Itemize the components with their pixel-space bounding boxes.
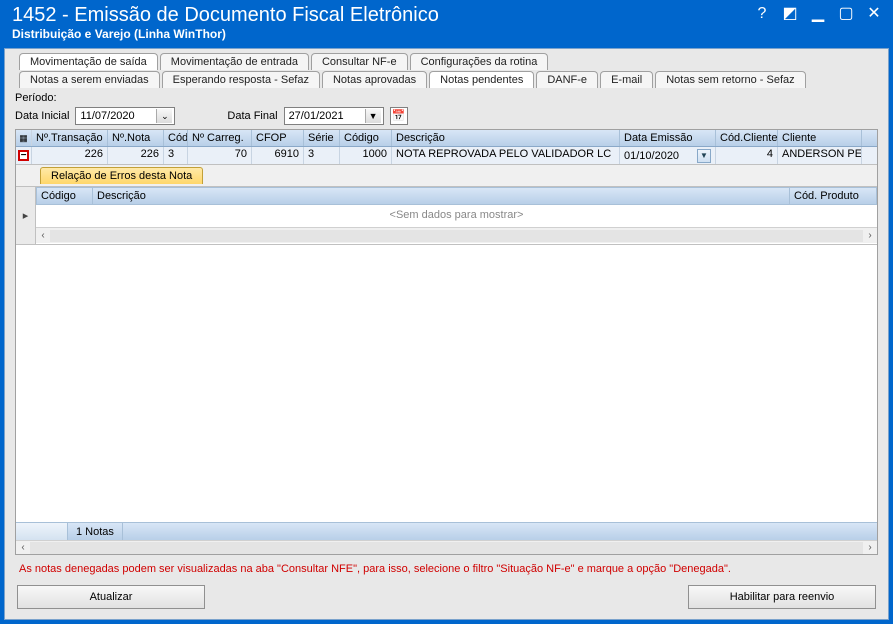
col-cod-cliente[interactable]: Cód.Cliente xyxy=(716,130,778,146)
cell-transacao: 226 xyxy=(32,147,108,164)
titlebar: 1452 - Emissão de Documento Fiscal Eletr… xyxy=(4,4,889,48)
grid-footer: 1 Notas xyxy=(16,522,877,540)
window-subtitle: Distribuição e Varejo (Linha WinThor) xyxy=(12,27,881,41)
tab-a-serem-enviadas[interactable]: Notas a serem enviadas xyxy=(19,71,160,88)
chevron-down-icon[interactable]: ▼ xyxy=(697,149,711,163)
tab-consultar-nfe[interactable]: Consultar NF-e xyxy=(311,53,408,70)
primary-tabs: Movimentação de saída Movimentação de en… xyxy=(19,53,882,70)
initial-date-value: 11/07/2020 xyxy=(80,110,150,122)
tab-danfe[interactable]: DANF-e xyxy=(536,71,598,88)
col-carreg[interactable]: Nº Carreg. xyxy=(188,130,252,146)
scroll-right-icon[interactable]: › xyxy=(863,230,877,241)
tab-mov-entrada[interactable]: Movimentação de entrada xyxy=(160,53,309,70)
row-expand-cell: − xyxy=(16,147,32,164)
scroll-left-icon[interactable]: ‹ xyxy=(16,542,30,553)
initial-date-input[interactable]: 11/07/2020 ⌄ xyxy=(75,107,175,125)
help-icon[interactable]: ? xyxy=(753,6,771,24)
cell-data-emissao[interactable]: 01/10/2020 ▼ xyxy=(620,147,716,164)
restore-icon[interactable]: ◩ xyxy=(781,6,799,24)
close-icon[interactable]: ✕ xyxy=(865,6,883,24)
atualizar-button[interactable]: Atualizar xyxy=(17,585,205,609)
tab-mov-saida[interactable]: Movimentação de saída xyxy=(19,53,158,70)
chevron-down-icon[interactable]: ▼ xyxy=(365,109,381,123)
col-transacao[interactable]: Nº.Transação xyxy=(32,130,108,146)
cell-serie: 3 xyxy=(304,147,340,164)
grid-h-scroll[interactable]: ‹ › xyxy=(16,540,877,554)
period-label: Período: xyxy=(15,92,57,104)
cell-cfop: 6910 xyxy=(252,147,304,164)
final-date-input[interactable]: 27/01/2021 ▼ xyxy=(284,107,384,125)
footer-spacer xyxy=(16,523,68,540)
pending-grid: ▦ Nº.Transação Nº.Nota Cód Nº Carreg. CF… xyxy=(15,129,878,555)
col-serie[interactable]: Série xyxy=(304,130,340,146)
detail-h-scroll[interactable]: ‹ › xyxy=(36,227,877,243)
initial-date-label: Data Inicial xyxy=(15,110,69,122)
detail-col-cod-produto[interactable]: Cód. Produto xyxy=(790,188,876,204)
final-date-label: Data Final xyxy=(227,110,277,122)
collapse-icon[interactable]: − xyxy=(18,150,29,161)
col-cliente[interactable]: Cliente xyxy=(778,130,862,146)
detail-col-codigo[interactable]: Código xyxy=(37,188,93,204)
detail-col-descricao[interactable]: Descrição xyxy=(93,188,790,204)
calendar-icon[interactable]: 📅 xyxy=(390,107,408,125)
grid-blank xyxy=(16,245,877,522)
tab-esperando-sefaz[interactable]: Esperando resposta - Sefaz xyxy=(162,71,320,88)
tab-email[interactable]: E-mail xyxy=(600,71,653,88)
tab-aprovadas[interactable]: Notas aprovadas xyxy=(322,71,427,88)
col-cfop[interactable]: CFOP xyxy=(252,130,304,146)
detail-pane: Relação de Erros desta Nota xyxy=(16,165,877,187)
cell-cod-cliente: 4 xyxy=(716,147,778,164)
col-nota[interactable]: Nº.Nota xyxy=(108,130,164,146)
detail-empty-text: <Sem dados para mostrar> xyxy=(36,205,877,227)
tab-sem-retorno[interactable]: Notas sem retorno - Sefaz xyxy=(655,71,805,88)
secondary-tabs: Notas a serem enviadas Esperando respost… xyxy=(19,71,882,88)
cell-carreg: 70 xyxy=(188,147,252,164)
scroll-right-icon[interactable]: › xyxy=(863,542,877,553)
cell-descricao: NOTA REPROVADA PELO VALIDADOR LC xyxy=(392,147,620,164)
cell-nota: 226 xyxy=(108,147,164,164)
grid-header: ▦ Nº.Transação Nº.Nota Cód Nº Carreg. CF… xyxy=(16,130,877,147)
window-title: 1452 - Emissão de Documento Fiscal Eletr… xyxy=(12,4,881,27)
detail-grid-header: Código Descrição Cód. Produto xyxy=(36,187,877,205)
col-cod[interactable]: Cód xyxy=(164,130,188,146)
hint-text: As notas denegadas podem ser visualizada… xyxy=(15,555,878,585)
scroll-track[interactable] xyxy=(30,542,863,554)
scroll-track[interactable] xyxy=(50,230,863,242)
habilitar-reenvio-button[interactable]: Habilitar para reenvio xyxy=(688,585,876,609)
row-count: 1 Notas xyxy=(68,523,123,540)
cell-codigo: 1000 xyxy=(340,147,392,164)
row-selector-header[interactable]: ▦ xyxy=(16,130,32,146)
tab-config-rotina[interactable]: Configurações da rotina xyxy=(410,53,549,70)
col-codigo[interactable]: Código xyxy=(340,130,392,146)
cell-data-emissao-value: 01/10/2020 xyxy=(624,150,695,162)
table-row[interactable]: − 226 226 3 70 6910 3 1000 NOTA REPROVAD… xyxy=(16,147,877,165)
detail-tab-erros[interactable]: Relação de Erros desta Nota xyxy=(40,167,203,184)
final-date-value: 27/01/2021 xyxy=(289,110,359,122)
cell-cliente: ANDERSON PER xyxy=(778,147,862,164)
maximize-icon[interactable]: ▢ xyxy=(837,6,855,24)
scroll-left-icon[interactable]: ‹ xyxy=(36,230,50,241)
tab-pendentes[interactable]: Notas pendentes xyxy=(429,71,534,88)
col-data-emissao[interactable]: Data Emissão xyxy=(620,130,716,146)
minimize-icon[interactable]: ▁ xyxy=(809,6,827,24)
chevron-down-icon[interactable]: ⌄ xyxy=(156,109,172,123)
detail-gutter: ▸ xyxy=(16,187,36,244)
cell-cod: 3 xyxy=(164,147,188,164)
col-descricao[interactable]: Descrição xyxy=(392,130,620,146)
